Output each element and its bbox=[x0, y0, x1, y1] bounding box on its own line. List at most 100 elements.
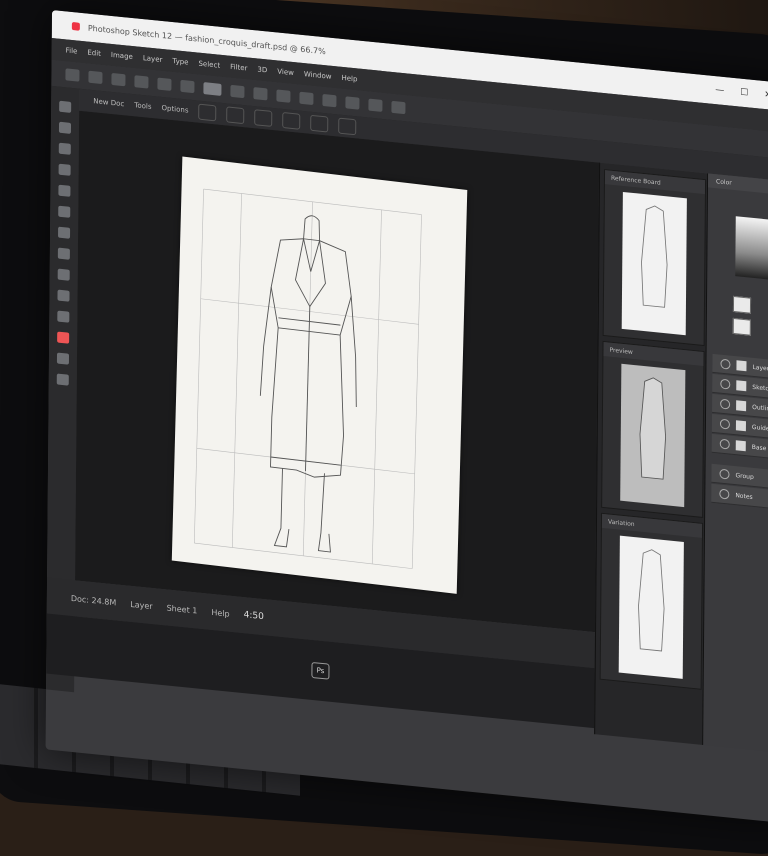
tool-move-icon[interactable] bbox=[59, 100, 72, 113]
tool-text-icon[interactable] bbox=[57, 268, 70, 281]
doc-tab-new[interactable]: New Doc bbox=[93, 97, 124, 108]
swatch-1[interactable] bbox=[732, 295, 752, 314]
layer-name: Group bbox=[735, 471, 754, 481]
layer-name: Guides bbox=[751, 423, 768, 433]
maximize-button[interactable]: ☐ bbox=[740, 88, 748, 99]
tool-hand-icon[interactable] bbox=[57, 310, 70, 323]
layer-row-5[interactable]: Base bbox=[711, 433, 768, 460]
status-doc-size: Doc: 24.8M bbox=[70, 593, 117, 607]
warp-icon[interactable] bbox=[254, 109, 273, 127]
tool-shape-icon[interactable] bbox=[57, 289, 70, 302]
brush-tool-icon[interactable] bbox=[180, 79, 195, 94]
fashion-croquis-sketch bbox=[193, 188, 422, 569]
align-icon[interactable] bbox=[198, 103, 217, 122]
move-tool-icon[interactable] bbox=[65, 68, 80, 82]
shape-tool-icon[interactable] bbox=[345, 96, 360, 110]
visibility-eye-icon[interactable] bbox=[720, 378, 731, 390]
menu-view[interactable]: View bbox=[277, 67, 294, 77]
status-help[interactable]: Help bbox=[211, 607, 229, 618]
foreground-color-swatch[interactable] bbox=[57, 331, 70, 344]
layer-name: Base bbox=[751, 443, 767, 452]
thumbnail-3[interactable]: Variation bbox=[599, 512, 704, 690]
app-icon bbox=[71, 21, 80, 31]
photoshop-taskbar-icon[interactable]: Ps bbox=[311, 661, 330, 680]
menu-type[interactable]: Type bbox=[172, 57, 188, 67]
layer-name: Outline bbox=[752, 403, 768, 413]
color-panel-title: Color bbox=[716, 177, 732, 187]
status-layer: Layer bbox=[130, 599, 153, 611]
menu-image[interactable]: Image bbox=[111, 51, 133, 61]
visibility-eye-icon[interactable] bbox=[719, 488, 730, 500]
gradient-tool-icon[interactable] bbox=[253, 87, 268, 101]
menu-3d[interactable]: 3D bbox=[257, 65, 267, 74]
dodge-tool-icon[interactable] bbox=[299, 91, 314, 106]
menu-filter[interactable]: Filter bbox=[230, 63, 247, 73]
background-color-swatch[interactable] bbox=[56, 352, 70, 365]
thumbnail-3-image bbox=[618, 535, 684, 679]
thumbnail-3-header: Variation bbox=[601, 513, 703, 538]
menu-layer[interactable]: Layer bbox=[143, 54, 163, 64]
color-picker-field[interactable] bbox=[735, 216, 768, 283]
lasso-tool-icon[interactable] bbox=[111, 72, 126, 87]
thumbnail-3-sketch bbox=[638, 549, 665, 652]
thumbnail-1[interactable]: Reference Board bbox=[602, 169, 707, 347]
layer-name: Layer bbox=[752, 363, 768, 373]
menu-help[interactable]: Help bbox=[341, 74, 357, 84]
tool-stamp-icon[interactable] bbox=[58, 205, 71, 218]
minimize-button[interactable]: — bbox=[715, 85, 724, 96]
thumbnail-2[interactable]: Preview bbox=[601, 340, 705, 518]
tool-brush-icon[interactable] bbox=[58, 184, 71, 197]
swatch-2[interactable] bbox=[732, 317, 751, 336]
doc-tab-options[interactable]: Options bbox=[161, 104, 188, 115]
menu-select[interactable]: Select bbox=[198, 60, 220, 70]
layer-thumbnail bbox=[736, 380, 747, 392]
visibility-eye-icon[interactable] bbox=[719, 418, 730, 430]
layer-thumbnail bbox=[736, 400, 747, 412]
layer-thumbnail bbox=[736, 360, 747, 372]
status-sheet: Sheet 1 bbox=[166, 602, 198, 616]
thumbnail-2-image bbox=[620, 363, 686, 508]
layer-name: Notes bbox=[735, 491, 753, 501]
eraser-tool-icon[interactable] bbox=[230, 84, 245, 99]
eyedropper-tool-icon[interactable] bbox=[157, 77, 172, 91]
tool-eraser-icon[interactable] bbox=[58, 226, 71, 239]
close-button[interactable]: ✕ bbox=[764, 90, 768, 101]
grid-icon[interactable] bbox=[310, 114, 329, 133]
layer-thumbnail bbox=[735, 420, 746, 432]
menu-file[interactable]: File bbox=[66, 46, 78, 55]
layer-name: Sketch bbox=[752, 383, 768, 393]
visibility-eye-icon[interactable] bbox=[719, 468, 730, 480]
crop-tool-icon[interactable] bbox=[134, 75, 149, 89]
ruler-icon[interactable] bbox=[338, 117, 357, 136]
transform-icon[interactable] bbox=[226, 106, 245, 125]
tool-pen-icon[interactable] bbox=[57, 247, 70, 260]
quick-mask-icon[interactable] bbox=[56, 373, 69, 386]
thumbnail-2-sketch bbox=[639, 377, 667, 480]
link-icon[interactable] bbox=[282, 111, 301, 130]
layer-thumbnail bbox=[735, 440, 746, 452]
tool-select-icon[interactable] bbox=[58, 121, 72, 134]
canvas-area[interactable] bbox=[75, 110, 600, 633]
menu-edit[interactable]: Edit bbox=[87, 49, 101, 58]
doc-tab-tools[interactable]: Tools bbox=[134, 101, 151, 111]
thumbnail-2-header: Preview bbox=[603, 342, 704, 366]
tool-crop-icon[interactable] bbox=[58, 163, 71, 176]
layer-row-7[interactable]: Notes bbox=[711, 483, 768, 510]
marquee-tool-icon[interactable] bbox=[88, 70, 103, 85]
pen-tool-icon[interactable] bbox=[203, 82, 222, 96]
status-zoom[interactable]: 4:50 bbox=[244, 610, 264, 622]
thumbnail-1-image bbox=[621, 191, 687, 336]
sketch-document[interactable] bbox=[171, 156, 468, 594]
tool-lasso-icon[interactable] bbox=[58, 142, 71, 155]
hand-tool-icon[interactable] bbox=[368, 98, 383, 112]
zoom-tool-icon[interactable] bbox=[391, 100, 406, 115]
blur-tool-icon[interactable] bbox=[276, 89, 291, 103]
menu-window[interactable]: Window bbox=[304, 70, 332, 81]
app-window: Photoshop Sketch 12 — fashion_croquis_dr… bbox=[45, 10, 768, 824]
text-tool-icon[interactable] bbox=[322, 93, 337, 108]
visibility-eye-icon[interactable] bbox=[720, 358, 731, 370]
thumbnails-panel: Reference Board Preview Variation bbox=[594, 162, 709, 745]
visibility-eye-icon[interactable] bbox=[719, 438, 730, 450]
thumbnail-1-header: Reference Board bbox=[604, 170, 706, 195]
visibility-eye-icon[interactable] bbox=[720, 398, 731, 410]
